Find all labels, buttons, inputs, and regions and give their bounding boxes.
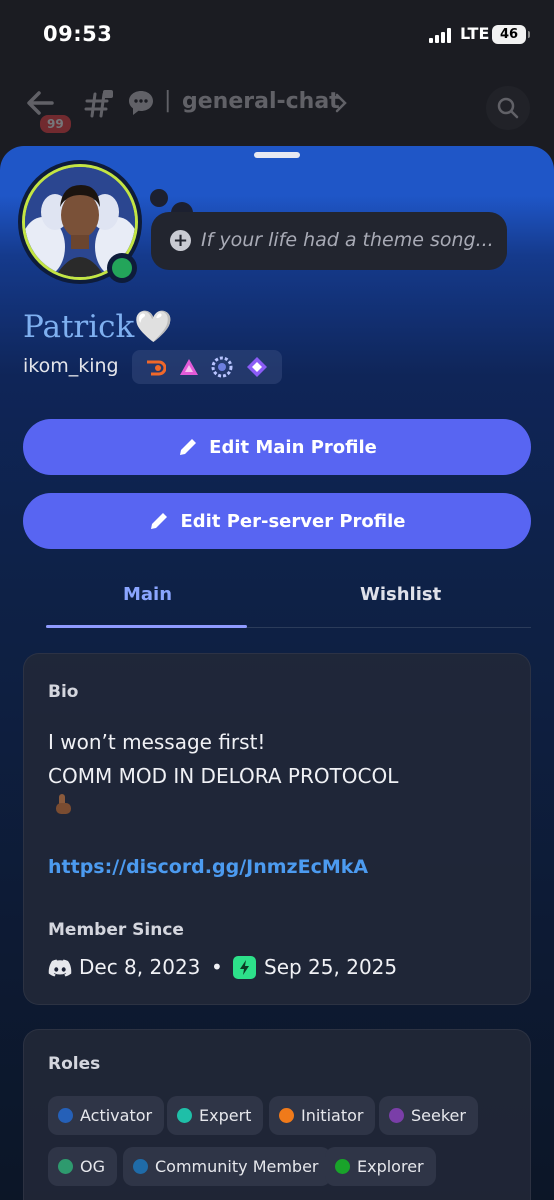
status-bar: 09:53 LTE 46 (0, 0, 554, 70)
badge-list (132, 350, 282, 384)
role-chip[interactable]: Initiator (269, 1096, 376, 1135)
role-name: Explorer (357, 1157, 424, 1176)
hypesquad-badge-icon[interactable] (144, 356, 166, 378)
custom-status-bubble[interactable]: + If your life had a theme song... (151, 212, 507, 270)
edit-main-profile-label: Edit Main Profile (209, 436, 377, 458)
role-color-dot (133, 1159, 148, 1174)
profile-sheet: + If your life had a theme song... Patri… (0, 146, 554, 1200)
chevron-right-icon (335, 93, 347, 113)
discord-join-date: Dec 8, 2023 (79, 955, 201, 979)
search-button[interactable] (486, 86, 530, 130)
quest-badge-icon[interactable] (246, 356, 268, 378)
role-name: Initiator (301, 1106, 364, 1125)
date-separator: • (211, 955, 223, 979)
invite-link[interactable]: https://discord.gg/JnmzEcMkA (48, 856, 368, 878)
channel-name[interactable]: general-chat (182, 89, 340, 114)
pencil-icon (151, 513, 168, 529)
roles-card: Roles Activator Expert Initiator Seeker … (23, 1029, 531, 1200)
pointing-down-icon (56, 794, 71, 814)
discord-logo-icon (48, 959, 72, 977)
search-icon (497, 97, 519, 119)
role-color-dot (335, 1159, 350, 1174)
active-tab-indicator (46, 625, 247, 628)
add-status-icon: + (170, 230, 191, 251)
laurel-badge-icon[interactable] (211, 356, 233, 378)
tab-main[interactable]: Main (123, 584, 172, 605)
thought-dot (150, 189, 168, 207)
bio-text: I won’t message first! COMM MOD IN DELOR… (48, 730, 399, 788)
server-boost-icon (233, 956, 256, 979)
role-chip[interactable]: OG (48, 1147, 117, 1186)
role-chip[interactable]: Seeker (379, 1096, 478, 1135)
online-status-indicator (107, 253, 137, 283)
triangle-badge-icon[interactable] (178, 356, 200, 378)
header-separator: | (164, 88, 172, 113)
role-color-dot (389, 1108, 404, 1123)
role-chip[interactable]: Expert (167, 1096, 264, 1135)
display-name: Patrick🤍 (23, 309, 173, 345)
roles-title: Roles (48, 1054, 101, 1074)
edit-per-server-profile-label: Edit Per-server Profile (180, 510, 406, 532)
role-chip[interactable]: Activator (48, 1096, 165, 1135)
server-join-date: Sep 25, 2025 (264, 955, 398, 979)
role-name: Seeker (411, 1106, 466, 1125)
channel-hash-lock-icon (84, 90, 113, 118)
role-chip[interactable]: Community Member (123, 1147, 331, 1186)
role-color-dot (58, 1108, 73, 1123)
channel-header: 99 | general-chat (0, 78, 554, 138)
username[interactable]: ikom_king (23, 355, 119, 377)
role-name: OG (80, 1157, 105, 1176)
role-name: Expert (199, 1106, 252, 1125)
role-name: Activator (80, 1106, 153, 1125)
battery-icon: 46 (492, 25, 530, 44)
online-dot (112, 258, 132, 278)
role-chip[interactable]: Explorer (325, 1147, 436, 1186)
role-color-dot (177, 1108, 192, 1123)
role-color-dot (58, 1159, 73, 1174)
profile-tabs: Main Wishlist (23, 572, 531, 630)
unread-badge: 99 (38, 113, 73, 135)
bio-card: Bio I won’t message first! COMM MOD IN D… (23, 653, 531, 1005)
drag-handle[interactable] (254, 152, 300, 158)
bio-title: Bio (48, 682, 79, 702)
threads-icon[interactable] (126, 88, 156, 118)
tab-wishlist[interactable]: Wishlist (360, 584, 441, 605)
network-type: LTE (460, 24, 490, 43)
pencil-icon (180, 439, 197, 455)
clock: 09:53 (43, 22, 113, 46)
role-color-dot (279, 1108, 294, 1123)
member-since-title: Member Since (48, 920, 184, 940)
signal-strength-icon (429, 28, 454, 43)
edit-per-server-profile-button[interactable]: Edit Per-server Profile (23, 493, 531, 549)
edit-main-profile-button[interactable]: Edit Main Profile (23, 419, 531, 475)
status-placeholder: If your life had a theme song... (201, 229, 494, 251)
member-since-row: Dec 8, 2023 • Sep 25, 2025 (48, 954, 508, 984)
role-name: Community Member (155, 1157, 319, 1176)
